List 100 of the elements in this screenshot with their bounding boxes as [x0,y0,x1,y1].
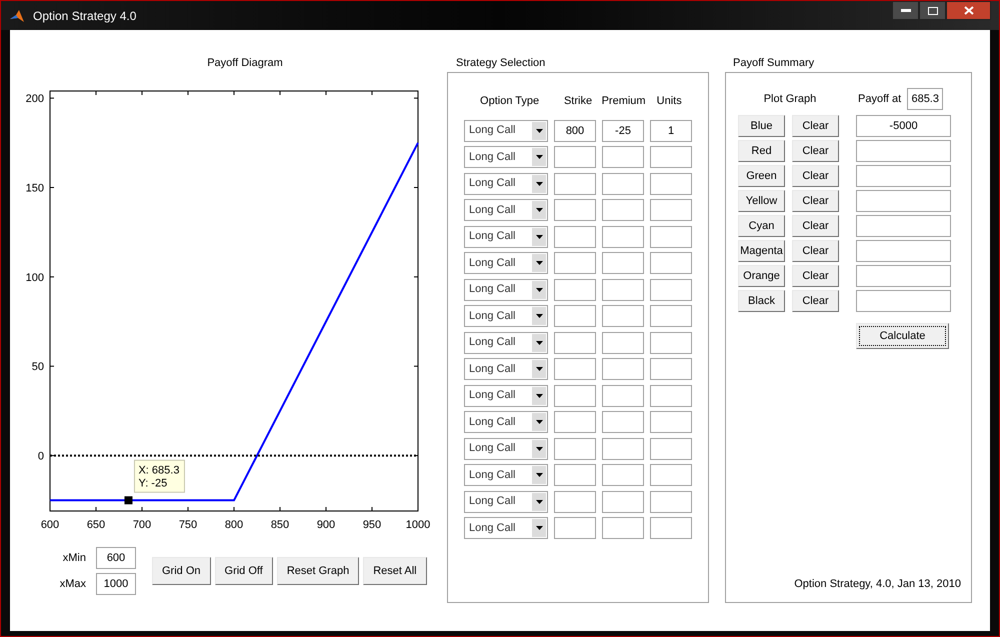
strategy-field[interactable] [650,305,692,327]
strategy-field[interactable] [554,252,596,274]
plot-color-button[interactable]: Yellow [738,190,785,212]
strategy-field[interactable] [554,226,596,248]
strategy-field[interactable]: -25 [602,120,644,142]
strategy-field[interactable] [602,517,644,539]
option-type-dropdown[interactable]: Long Call [464,411,548,433]
graph-button[interactable]: Grid Off [214,557,273,585]
strategy-field[interactable] [602,411,644,433]
payoff-at-field[interactable]: 685.3 [907,88,944,110]
strategy-field[interactable] [650,252,692,274]
payoff-result-field[interactable] [856,240,951,262]
strategy-field[interactable] [650,517,692,539]
strategy-field[interactable] [602,252,644,274]
strategy-field[interactable] [650,146,692,168]
strategy-field[interactable] [554,305,596,327]
strategy-field[interactable] [602,464,644,486]
option-type-dropdown[interactable]: Long Call [464,438,548,460]
option-type-dropdown[interactable]: Long Call [464,172,548,194]
strategy-field[interactable] [650,438,692,460]
strategy-field[interactable] [554,438,596,460]
clear-button[interactable]: Clear [792,190,839,212]
payoff-result-field[interactable] [856,190,951,212]
strategy-field[interactable] [602,490,644,512]
strategy-field[interactable] [650,411,692,433]
option-type-dropdown[interactable]: Long Call [464,305,548,327]
strategy-field[interactable] [602,332,644,354]
clear-button[interactable]: Clear [792,215,839,237]
option-type-dropdown[interactable]: Long Call [464,464,548,486]
plot-color-button[interactable]: Black [738,290,785,312]
payoff-result-field[interactable] [856,165,951,187]
plot-color-button[interactable]: Orange [738,265,785,287]
strategy-field[interactable] [554,384,596,406]
strategy-field[interactable] [650,332,692,354]
strategy-field[interactable] [554,278,596,300]
option-type-dropdown[interactable]: Long Call [464,199,548,221]
axis-limit-field[interactable]: 600 [96,547,136,569]
strategy-field[interactable] [602,305,644,327]
strategy-field[interactable] [554,411,596,433]
plot-color-button[interactable]: Cyan [738,215,785,237]
strategy-field[interactable] [554,490,596,512]
maximize-button[interactable] [919,1,946,20]
payoff-result-field[interactable] [856,140,951,162]
clear-button[interactable]: Clear [792,140,839,162]
clear-button[interactable]: Clear [792,290,839,312]
strategy-field[interactable] [602,172,644,194]
option-type-dropdown[interactable]: Long Call [464,278,548,300]
payoff-result-field[interactable] [856,215,951,237]
calculate-button[interactable]: Calculate [856,323,949,349]
strategy-field[interactable]: 800 [554,120,596,142]
clear-button[interactable]: Clear [792,165,839,187]
strategy-field[interactable] [602,199,644,221]
strategy-field[interactable] [650,464,692,486]
strategy-field[interactable] [650,172,692,194]
strategy-field[interactable] [602,278,644,300]
strategy-field[interactable] [602,438,644,460]
option-type-dropdown[interactable]: Long Call [464,146,548,168]
strategy-field[interactable] [602,384,644,406]
strategy-field[interactable] [554,358,596,380]
y-tick-label: 50 [32,361,44,374]
graph-button[interactable]: Grid On [152,557,211,585]
strategy-field[interactable] [602,146,644,168]
clear-button[interactable]: Clear [792,115,839,137]
strategy-field[interactable] [554,464,596,486]
close-button[interactable] [946,1,991,20]
strategy-field[interactable] [602,358,644,380]
clear-button[interactable]: Clear [792,265,839,287]
option-type-dropdown[interactable]: Long Call [464,517,548,539]
strategy-field[interactable] [554,517,596,539]
strategy-field[interactable] [554,199,596,221]
strategy-field[interactable] [650,490,692,512]
strategy-field[interactable] [554,146,596,168]
strategy-field[interactable]: 1 [650,120,692,142]
plot-color-button[interactable]: Magenta [738,240,785,262]
option-type-dropdown[interactable]: Long Call [464,358,548,380]
axis-limit-field[interactable]: 1000 [96,573,136,595]
strategy-field[interactable] [602,226,644,248]
strategy-field[interactable] [650,278,692,300]
option-type-dropdown[interactable]: Long Call [464,490,548,512]
strategy-field[interactable] [650,384,692,406]
payoff-result-field[interactable] [856,290,951,312]
option-type-dropdown[interactable]: Long Call [464,384,548,406]
option-type-dropdown[interactable]: Long Call [464,226,548,248]
option-type-dropdown[interactable]: Long Call [464,120,548,142]
minimize-button[interactable] [892,1,919,20]
option-type-dropdown[interactable]: Long Call [464,332,548,354]
payoff-result-field[interactable]: -5000 [856,115,951,137]
payoff-result-field[interactable] [856,265,951,287]
strategy-field[interactable] [554,172,596,194]
clear-button[interactable]: Clear [792,240,839,262]
graph-button[interactable]: Reset All [363,557,427,585]
plot-color-button[interactable]: Green [738,165,785,187]
plot-color-button[interactable]: Blue [738,115,785,137]
plot-color-button[interactable]: Red [738,140,785,162]
strategy-field[interactable] [554,332,596,354]
strategy-field[interactable] [650,199,692,221]
strategy-field[interactable] [650,358,692,380]
graph-button[interactable]: Reset Graph [276,557,360,585]
strategy-field[interactable] [650,226,692,248]
option-type-dropdown[interactable]: Long Call [464,252,548,274]
